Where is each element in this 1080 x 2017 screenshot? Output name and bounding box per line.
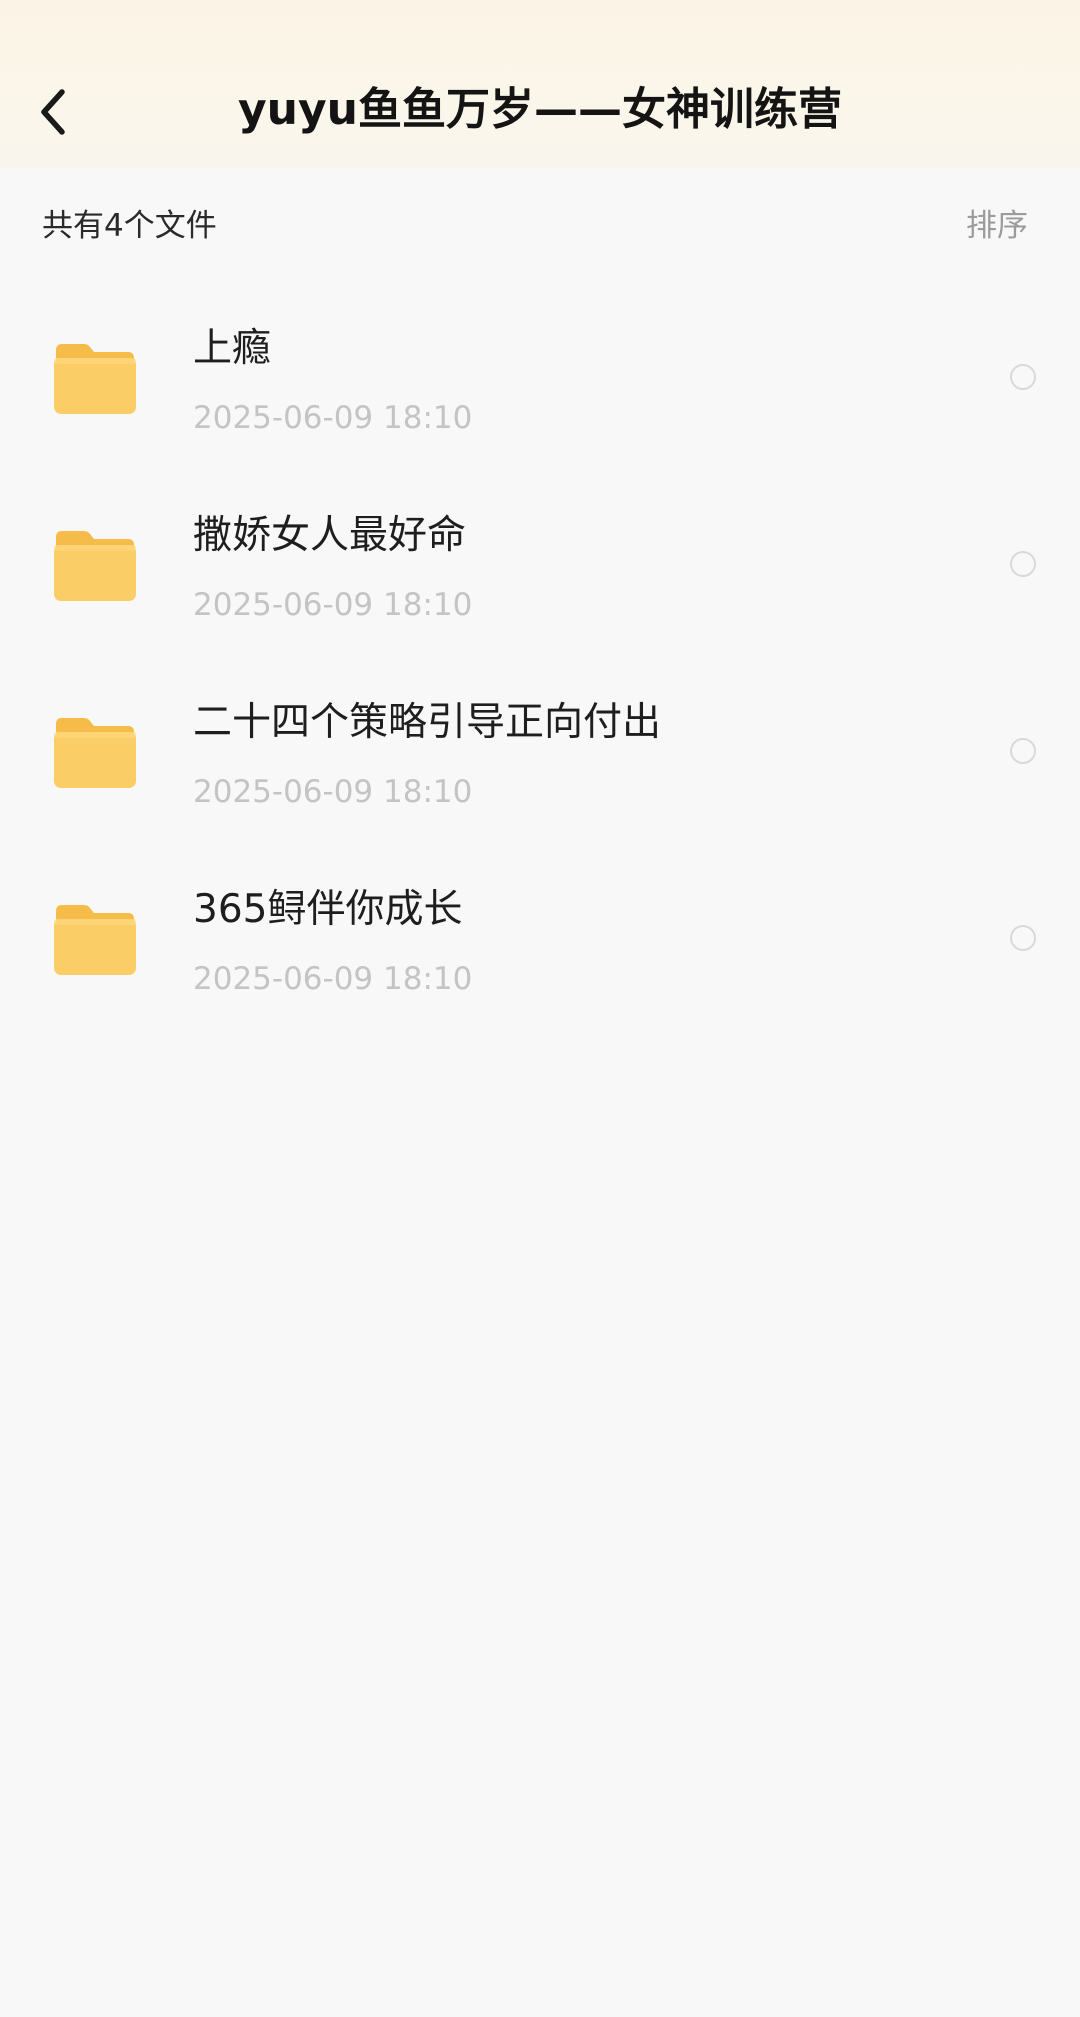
file-date: 2025-06-09 18:10 xyxy=(193,400,473,436)
select-radio[interactable] xyxy=(1010,925,1036,951)
file-date: 2025-06-09 18:10 xyxy=(193,961,473,997)
list-item[interactable]: 365鲟伴你成长 2025-06-09 18:10 xyxy=(0,861,1080,1048)
select-radio[interactable] xyxy=(1010,364,1036,390)
folder-icon xyxy=(54,531,136,601)
folder-icon xyxy=(54,344,136,414)
file-date: 2025-06-09 18:10 xyxy=(193,587,473,623)
folder-icon xyxy=(54,905,136,975)
file-date: 2025-06-09 18:10 xyxy=(193,774,473,810)
sort-button[interactable]: 排序 xyxy=(966,206,1028,246)
list-item[interactable]: 二十四个策略引导正向付出 2025-06-09 18:10 xyxy=(0,674,1080,861)
select-radio[interactable] xyxy=(1010,551,1036,577)
page-title: yuyu鱼鱼万岁——女神训练营 xyxy=(237,84,842,135)
file-name: 撒娇女人最好命 xyxy=(193,513,467,558)
list-item[interactable]: 撒娇女人最好命 2025-06-09 18:10 xyxy=(0,487,1080,674)
folder-icon xyxy=(54,718,136,788)
select-radio[interactable] xyxy=(1010,738,1036,764)
file-name: 365鲟伴你成长 xyxy=(193,887,463,932)
file-name: 上瘾 xyxy=(193,326,272,371)
file-list: 上瘾 2025-06-09 18:10 撒娇女人最好命 2025-06-09 1… xyxy=(0,300,1080,1048)
file-count-label: 共有4个文件 xyxy=(42,208,217,244)
top-header: yuyu鱼鱼万岁——女神训练营 xyxy=(0,0,1080,168)
list-item[interactable]: 上瘾 2025-06-09 18:10 xyxy=(0,300,1080,487)
file-name: 二十四个策略引导正向付出 xyxy=(193,700,662,745)
